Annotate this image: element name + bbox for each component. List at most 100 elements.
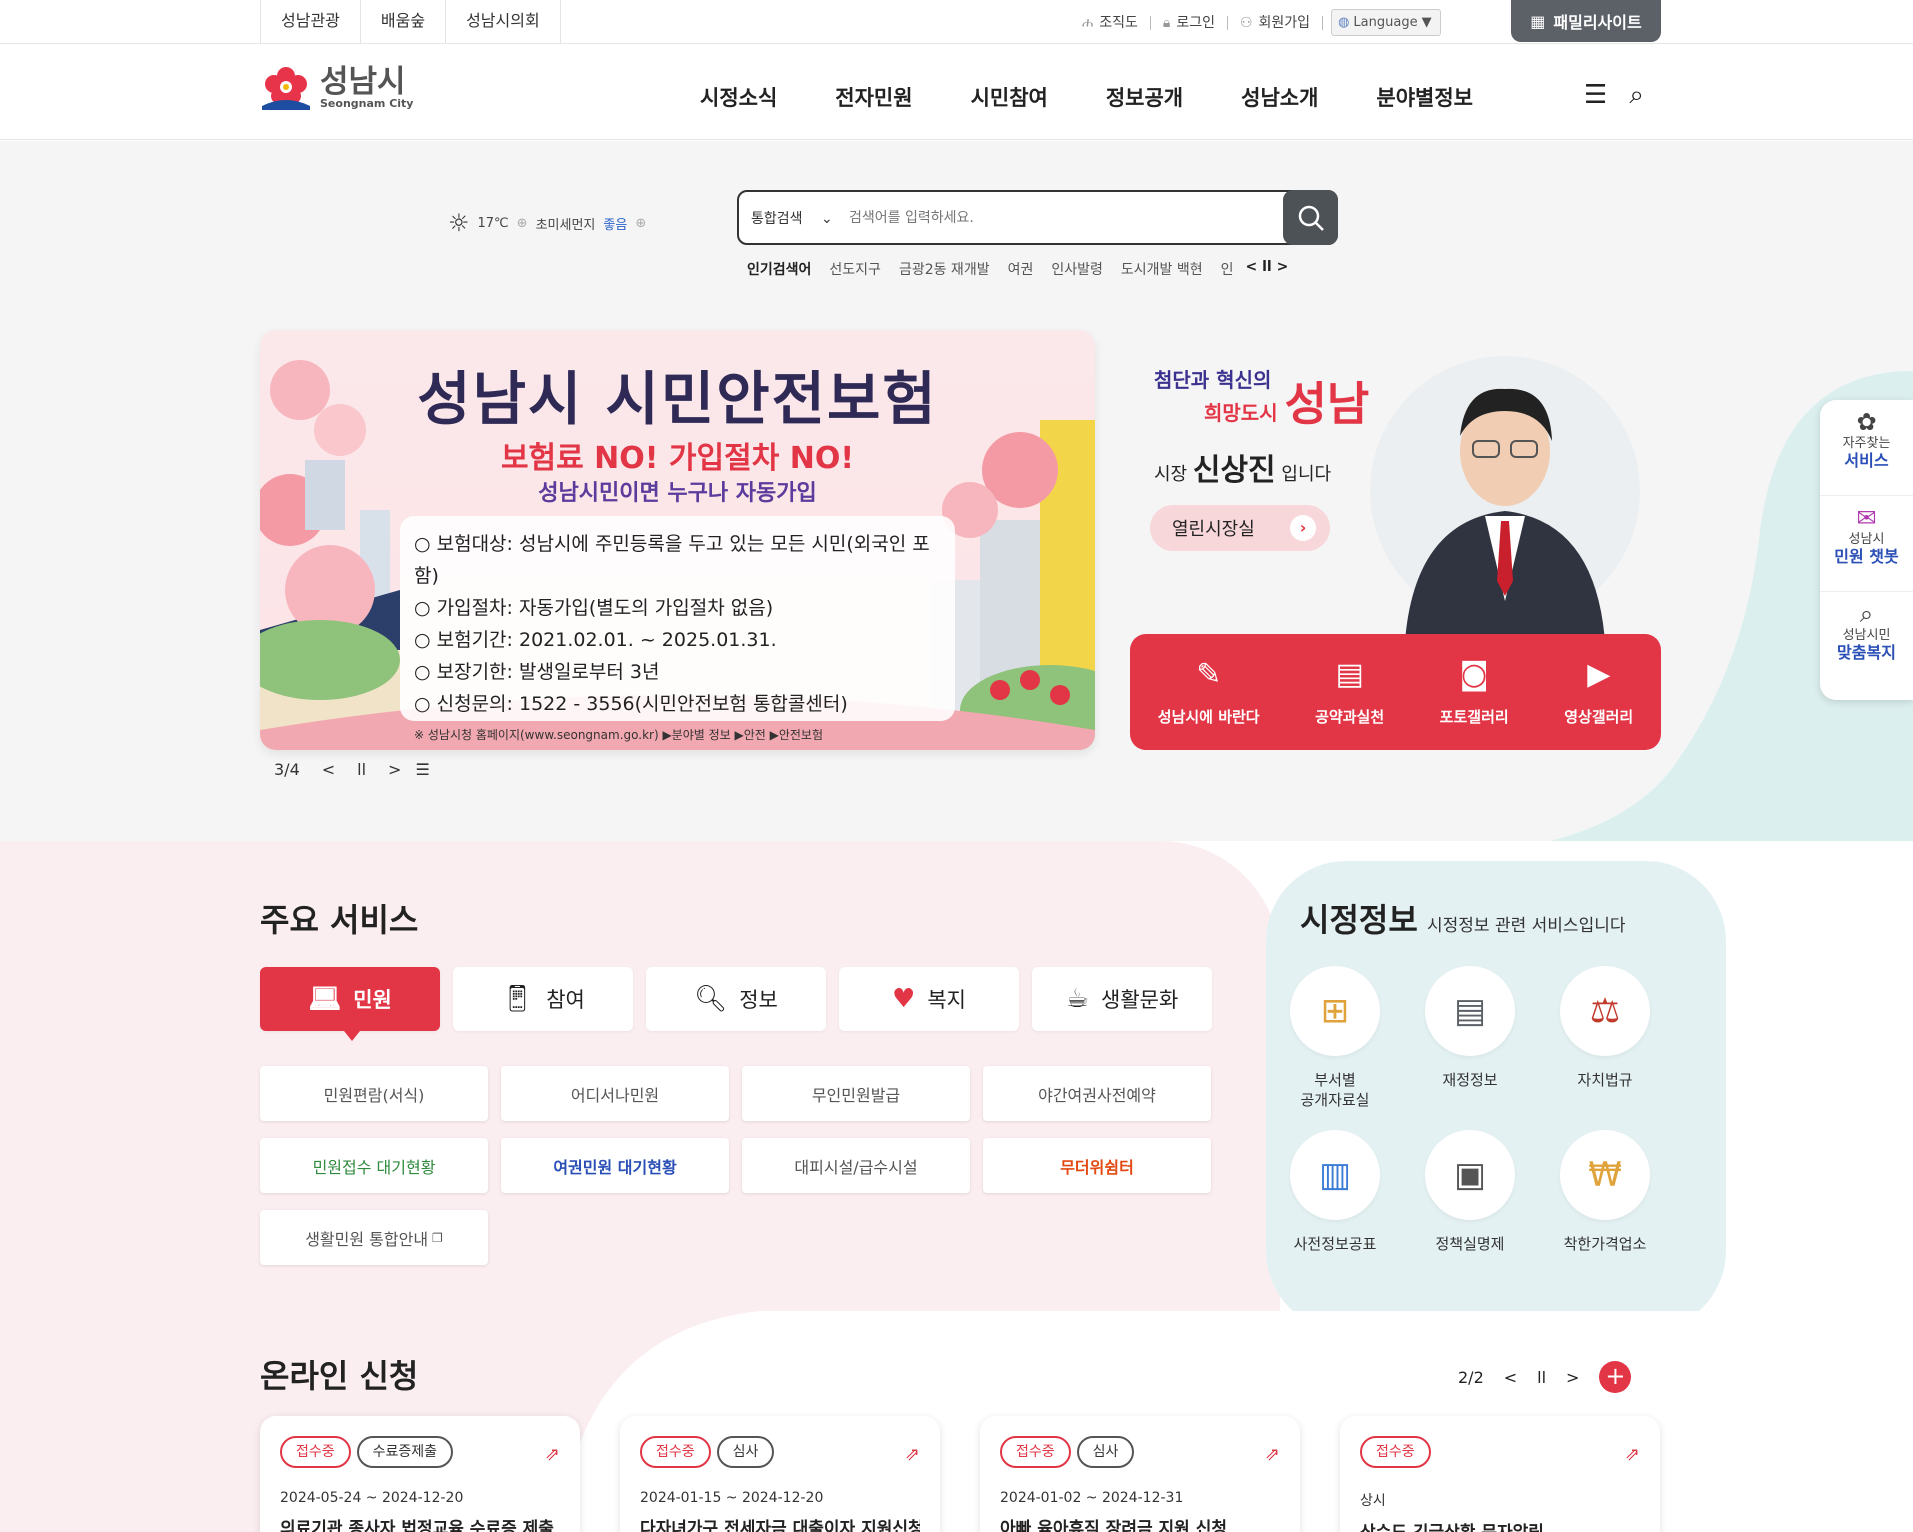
share-icon[interactable]: ⇗ [1265,1444,1280,1465]
open-office-button[interactable]: 열린시장실 › [1150,505,1330,551]
top-link-council[interactable]: 성남시의회 [445,0,561,43]
keyword-controls: < ll > [1246,259,1289,279]
site-logo[interactable]: 성남시 Seongnam City [260,64,413,112]
nav-participation[interactable]: 시민참여 [971,82,1048,112]
tab-label: 민원 [353,988,392,1012]
online-card[interactable]: 접수중 수료증제출 ⇗ 2024-05-24 ~ 2024-12-20 의료기관 … [260,1416,580,1532]
pause-icon[interactable]: ll [1262,259,1272,275]
language-label: Language [1353,15,1418,30]
plus-circle-icon[interactable]: ⊕ [635,216,646,231]
menu-label: 포토갤러리 [1439,708,1509,726]
next-icon[interactable]: > [1277,259,1289,275]
search-icon[interactable]: ⌕ [1629,80,1644,111]
banner-title: 성남시 시민안전보험 [417,365,938,433]
report-icon: ▤ [1425,966,1515,1056]
keyword[interactable]: 인사발령 [1051,259,1103,279]
list-icon[interactable]: ☰ [415,760,429,779]
nav-city-news[interactable]: 시정소식 [700,82,777,112]
info-finance[interactable]: ▤ 재정정보 [1425,966,1515,1110]
card-date: 상시 [1360,1493,1386,1509]
logo-en: Seongnam City [320,96,414,110]
nav-field-info[interactable]: 분야별정보 [1376,82,1473,112]
search-button[interactable] [1283,190,1338,245]
language-select[interactable]: ◍ Language ▼ [1331,9,1442,36]
family-site-button[interactable]: ▦ 패밀리사이트 [1511,0,1661,42]
info-dept-archive[interactable]: ⊞ 부서별 공개자료실 [1290,966,1380,1110]
service-item[interactable]: 무더위쉼터 [983,1138,1211,1193]
nav-info-disclosure[interactable]: 정보공개 [1106,82,1183,112]
quick-chatbot[interactable]: ✉ 성남시 민원 챗봇 [1820,496,1913,592]
more-button[interactable]: + [1599,1361,1632,1393]
header: 성남시 Seongnam City 시정소식 전자민원 시민참여 정보공개 성남… [0,44,1913,140]
tab-info[interactable]: 🔍︎ 정보 [646,967,826,1031]
mayor-title-suffix: 입니다 [1281,464,1332,485]
service-item[interactable]: 여권민원 대기현황 [501,1138,729,1193]
monitor-chart-icon: ▥ [1290,1130,1380,1220]
menu-pledges[interactable]: ▤ 공약과실천 [1315,657,1384,727]
service-item[interactable]: 대피시설/급수시설 [742,1138,970,1193]
keyword[interactable]: 금광2동 재개발 [899,259,990,279]
pause-icon[interactable]: ll [1537,1368,1546,1387]
service-item[interactable]: 민원편람(서식) [260,1066,488,1121]
share-icon[interactable]: ⇗ [905,1444,920,1465]
logo-text: 성남시 Seongnam City [320,66,414,110]
online-card[interactable]: 접수중 ⇗ 상시 상수도 긴급상황 문자알림 [1340,1416,1660,1532]
status-badge: 접수중 [640,1436,711,1468]
mayor-name: 신상진 [1192,453,1276,488]
service-item[interactable]: 무인민원발급 [742,1066,970,1121]
info-policy-name[interactable]: ▣ 정책실명제 [1425,1130,1515,1254]
service-item[interactable]: 어디서나민원 [501,1066,729,1121]
nav-e-civil[interactable]: 전자민원 [835,82,912,112]
tab-culture[interactable]: ☕︎ 생활문화 [1032,967,1212,1031]
mayor-photo [1370,356,1640,641]
online-card[interactable]: 접수중 심사 ⇗ 2024-01-02 ~ 2024-12-31 아빠 육아휴직 … [980,1416,1300,1532]
nav-about[interactable]: 성남소개 [1241,82,1318,112]
join-link[interactable]: ⚇ 회원가입 [1228,15,1324,30]
search-scope-select[interactable]: 통합검색 ⌄ [751,208,833,228]
share-icon[interactable]: ⇗ [545,1444,560,1465]
external-link-icon: ❐ [432,1230,443,1245]
login-link[interactable]: 🔒︎ 로그인 [1151,14,1228,31]
info-ordinance[interactable]: ⚖ 자치법규 [1560,966,1650,1110]
top-link-learning[interactable]: 배움숲 [359,0,445,43]
menu-suggestions[interactable]: ✎ 성남시에 바란다 [1158,657,1260,727]
prev-icon[interactable]: < [1246,259,1258,275]
plus-circle-icon[interactable]: ⊕ [517,216,528,231]
service-item-external[interactable]: 생활민원 통합안내 ❐ [260,1210,488,1265]
info-public-disclosure[interactable]: ▥ 사전정보공표 [1290,1130,1380,1254]
info-label: 착한가격업소 [1563,1235,1647,1253]
tab-label: 참여 [546,988,585,1012]
top-link-tourism[interactable]: 성남관광 [260,0,360,43]
quick-favorite-services[interactable]: ✿ 자주찾는 서비스 [1820,400,1913,496]
menu-icon[interactable]: ☰ [1584,80,1607,111]
dust-label: 초미세먼지 [535,217,596,233]
search-input[interactable] [849,205,1269,231]
pause-icon[interactable]: ll [357,760,366,779]
share-icon[interactable]: ⇗ [1625,1444,1640,1465]
keyword[interactable]: 여권 [1008,259,1034,279]
info-good-price[interactable]: ₩ 착한가격업소 [1560,1130,1650,1254]
city-info-title: 시정정보 [1300,901,1418,939]
tab-welfare[interactable]: ♥ 복지 [839,967,1019,1031]
org-chart-link[interactable]: ሐ 조직도 [1070,15,1151,30]
prev-icon[interactable]: < [322,760,335,779]
top-links: 성남관광 배움숲 성남시의회 [260,0,561,43]
menu-video-gallery[interactable]: ▶ 영상갤러리 [1564,657,1633,727]
org-chart-icon: ⊞ [1290,966,1380,1056]
next-icon[interactable]: > [388,760,401,779]
tab-participation[interactable]: 📱︎ 참여 [453,967,633,1031]
keyword[interactable]: 도시개발 백현 [1121,259,1203,279]
menu-photo-gallery[interactable]: ◙ 포토갤러리 [1440,657,1509,727]
lock-icon: 🔒︎ [1162,14,1171,31]
quick-welfare[interactable]: ⌕ 성남시민 맞춤복지 [1820,592,1913,688]
online-card[interactable]: 접수중 심사 ⇗ 2024-01-15 ~ 2024-12-20 다자녀가구 전세… [620,1416,940,1532]
service-item[interactable]: 야간여권사전예약 [983,1066,1211,1121]
keyword[interactable]: 선도지구 [829,259,881,279]
main-banner[interactable]: 성남시 시민안전보험 보험료 NO! 가입절차 NO! 성남시민이면 누구나 자… [260,330,1095,750]
tab-civil[interactable]: 💻︎ 민원 [260,967,440,1041]
keyword[interactable]: 인 [1221,259,1234,279]
next-icon[interactable]: > [1566,1368,1579,1387]
main-service-title: 주요 서비스 [260,901,419,939]
service-item[interactable]: 민원접수 대기현황 [260,1138,488,1193]
prev-icon[interactable]: < [1504,1368,1517,1387]
